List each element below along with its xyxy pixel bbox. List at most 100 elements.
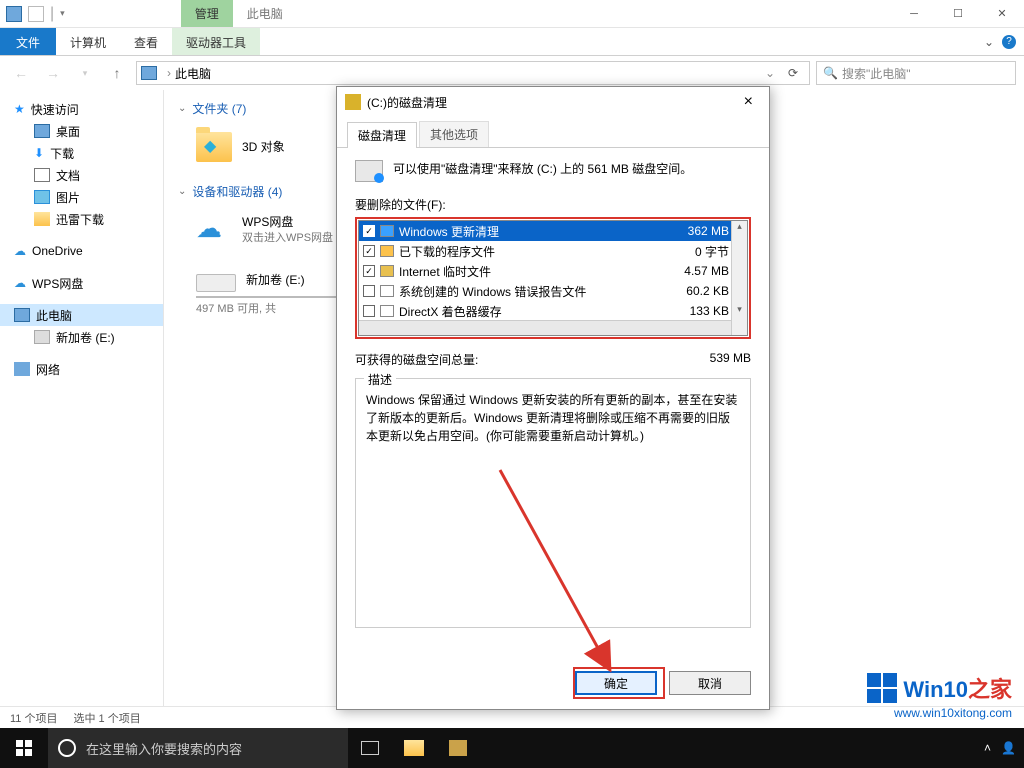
tree-pictures[interactable]: 图片 bbox=[0, 186, 163, 208]
device-wps[interactable]: ☁ WPS网盘双击进入WPS网盘 bbox=[196, 208, 346, 252]
collapse-icon: ⌄ bbox=[178, 103, 186, 114]
folder-icon bbox=[34, 212, 50, 226]
tree-onedrive[interactable]: ☁OneDrive bbox=[0, 240, 163, 262]
minimize-button[interactable]: ─ bbox=[892, 0, 936, 28]
status-selected-count: 选中 1 个项目 bbox=[73, 710, 140, 726]
nav-up-button[interactable]: ↑ bbox=[104, 60, 130, 86]
app-icon bbox=[449, 740, 467, 756]
search-icon: 🔍 bbox=[823, 66, 838, 80]
start-button[interactable] bbox=[0, 728, 48, 768]
task-view-button[interactable] bbox=[348, 728, 392, 768]
checkbox[interactable]: ✓ bbox=[363, 225, 375, 237]
folder-icon: ◆ bbox=[196, 132, 232, 162]
drive-icon bbox=[196, 274, 236, 292]
window-titlebar: | ▾ 管理 此电脑 ─ ☐ ✕ bbox=[0, 0, 1024, 28]
refresh-button[interactable]: ⟳ bbox=[781, 66, 805, 80]
document-icon bbox=[34, 168, 50, 182]
ok-button[interactable]: 确定 bbox=[575, 671, 657, 695]
qat-dropdown-icon[interactable]: ▾ bbox=[60, 8, 65, 19]
thispc-icon bbox=[141, 66, 157, 80]
file-name: Windows 更新清理 bbox=[399, 223, 668, 240]
file-list-row[interactable]: ✓Internet 临时文件4.57 MB bbox=[359, 261, 747, 281]
tree-documents[interactable]: 文档 bbox=[0, 164, 163, 186]
folder-3d-objects[interactable]: ◆3D 对象 bbox=[196, 125, 346, 169]
tree-thispc[interactable]: 此电脑 bbox=[0, 304, 163, 326]
nav-back-button[interactable]: ← bbox=[8, 60, 34, 86]
desktop-icon bbox=[34, 124, 50, 138]
tree-thunder[interactable]: 迅雷下载 bbox=[0, 208, 163, 230]
picture-icon bbox=[34, 190, 50, 204]
checkbox[interactable] bbox=[363, 285, 375, 297]
close-button[interactable]: ✕ bbox=[980, 0, 1024, 28]
checkbox[interactable]: ✓ bbox=[363, 245, 375, 257]
breadcrumb-location[interactable]: 此电脑 bbox=[175, 65, 211, 82]
system-tray[interactable]: ˄ 👤 bbox=[984, 741, 1024, 755]
nav-recent-dropdown[interactable]: ▾ bbox=[72, 60, 98, 86]
drive-icon bbox=[34, 330, 50, 344]
scrollbar-horizontal[interactable] bbox=[359, 320, 731, 335]
file-list-row[interactable]: 系统创建的 Windows 错误报告文件60.2 KB bbox=[359, 281, 747, 301]
search-input[interactable]: 🔍 搜索"此电脑" bbox=[816, 61, 1016, 85]
tree-quick-access[interactable]: ★快速访问 bbox=[0, 98, 163, 120]
scrollbar-vertical[interactable]: ▴▾ bbox=[731, 221, 747, 335]
file-icon bbox=[380, 225, 394, 237]
file-list-row[interactable]: ✓Windows 更新清理362 MB bbox=[359, 221, 747, 241]
file-list-row[interactable]: DirectX 着色器缓存133 KB bbox=[359, 301, 747, 321]
dialog-tabs: 磁盘清理 其他选项 bbox=[337, 121, 769, 148]
file-name: Internet 临时文件 bbox=[399, 263, 668, 280]
watermark: Win10之家 www.win10xitong.com bbox=[867, 672, 1012, 720]
drive-cleanup-icon bbox=[355, 160, 383, 182]
dialog-close-button[interactable]: × bbox=[736, 91, 761, 113]
taskbar-app[interactable] bbox=[436, 728, 480, 768]
download-icon: ⬇ bbox=[34, 146, 44, 160]
tree-network[interactable]: 网络 bbox=[0, 358, 163, 380]
file-icon bbox=[380, 305, 394, 317]
tree-wps[interactable]: ☁WPS网盘 bbox=[0, 272, 163, 294]
breadcrumb-sep-icon: › bbox=[167, 66, 171, 80]
tab-disk-cleanup[interactable]: 磁盘清理 bbox=[347, 122, 417, 148]
taskbar-search[interactable]: 在这里输入你要搜索的内容 bbox=[48, 728, 348, 768]
tree-desktop[interactable]: 桌面 bbox=[0, 120, 163, 142]
network-icon bbox=[14, 362, 30, 376]
total-space-value: 539 MB bbox=[710, 351, 751, 368]
help-icon[interactable]: ? bbox=[1002, 35, 1016, 49]
cancel-button[interactable]: 取消 bbox=[669, 671, 751, 695]
ribbon-tab-computer[interactable]: 计算机 bbox=[56, 28, 120, 55]
status-item-count: 11 个项目 bbox=[10, 710, 57, 726]
ribbon-tab-drive-tools[interactable]: 驱动器工具 bbox=[172, 28, 260, 55]
address-dropdown-icon[interactable]: ⌄ bbox=[759, 66, 781, 80]
description-group: 描述 Windows 保留通过 Windows 更新安装的所有更新的副本，甚至在… bbox=[355, 378, 751, 628]
maximize-button[interactable]: ☐ bbox=[936, 0, 980, 28]
cleanup-info-text: 可以使用"磁盘清理"来释放 (C:) 上的 561 MB 磁盘空间。 bbox=[393, 160, 692, 178]
windows-icon bbox=[16, 740, 32, 756]
checkbox[interactable] bbox=[363, 305, 375, 317]
ribbon-expand-icon[interactable]: ⌄ bbox=[984, 35, 994, 49]
tray-people-icon[interactable]: 👤 bbox=[1001, 741, 1016, 755]
address-bar[interactable]: › 此电脑 ⌄ ⟳ bbox=[136, 61, 810, 85]
ribbon: 文件 计算机 查看 驱动器工具 ⌄ ? bbox=[0, 28, 1024, 56]
file-icon bbox=[380, 265, 394, 277]
files-list[interactable]: ✓Windows 更新清理362 MB✓已下载的程序文件0 字节✓Interne… bbox=[358, 220, 748, 336]
tab-other-options[interactable]: 其他选项 bbox=[419, 121, 489, 147]
qat-item[interactable] bbox=[28, 6, 44, 22]
file-tab[interactable]: 文件 bbox=[0, 28, 56, 55]
taskbar-search-placeholder: 在这里输入你要搜索的内容 bbox=[86, 739, 242, 758]
file-icon bbox=[380, 245, 394, 257]
total-space-label: 可获得的磁盘空间总量: bbox=[355, 351, 478, 368]
ribbon-tab-view[interactable]: 查看 bbox=[120, 28, 172, 55]
nav-forward-button[interactable]: → bbox=[40, 60, 66, 86]
dialog-titlebar: (C:)的磁盘清理 × bbox=[337, 87, 769, 117]
watermark-url: www.win10xitong.com bbox=[867, 706, 1012, 720]
app-icon bbox=[6, 6, 22, 22]
checkbox[interactable]: ✓ bbox=[363, 265, 375, 277]
search-placeholder: 搜索"此电脑" bbox=[842, 65, 911, 82]
tree-drive-e[interactable]: 新加卷 (E:) bbox=[0, 326, 163, 348]
tray-chevron-icon[interactable]: ˄ bbox=[984, 741, 991, 755]
dialog-title: (C:)的磁盘清理 bbox=[367, 94, 447, 111]
file-list-row[interactable]: ✓已下载的程序文件0 字节 bbox=[359, 241, 747, 261]
folder-icon bbox=[404, 740, 424, 756]
ribbon-context-tab[interactable]: 管理 bbox=[181, 0, 233, 27]
file-name: DirectX 着色器缓存 bbox=[399, 303, 668, 320]
tree-downloads[interactable]: ⬇下载 bbox=[0, 142, 163, 164]
taskbar-app-explorer[interactable] bbox=[392, 728, 436, 768]
